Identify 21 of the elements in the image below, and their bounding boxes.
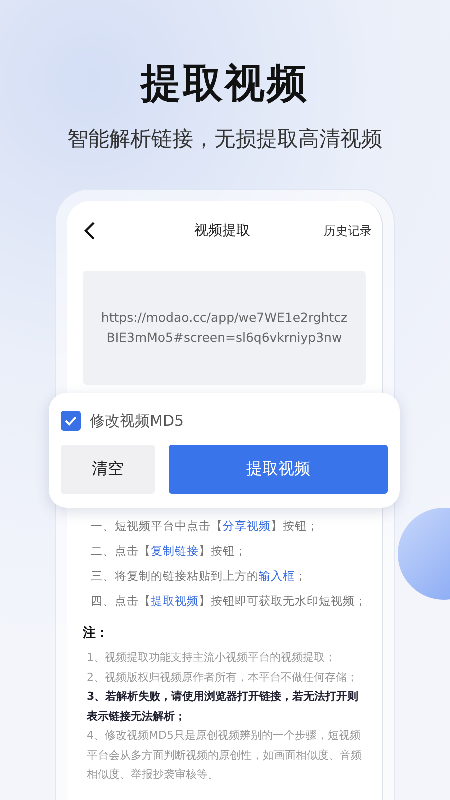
screen-title: 视频提取 bbox=[194, 222, 250, 240]
note-item: 4、修改视频MD5只是原创视频辨别的一个步骤，短视频平台会从多方面判断视频的原创性，如画面相似度、音频相似度、举报抄袭审核等。 bbox=[87, 728, 363, 783]
note-item: 1、视频提取功能支持主流小视频平台的视频提取； bbox=[87, 650, 337, 666]
notes-title: 注： bbox=[83, 624, 110, 642]
subheadline: 智能解析链接，无损提取高清视频 bbox=[68, 126, 382, 153]
check-icon bbox=[65, 416, 77, 426]
checkbox[interactable] bbox=[61, 411, 81, 431]
note-item: 2、视频版权归视频原作者所有，本平台不做任何存储； bbox=[87, 670, 359, 686]
history-link[interactable]: 历史记录 bbox=[324, 222, 372, 240]
instruction-step: 一、短视频平台中点击【分享视频】按钮； bbox=[91, 514, 366, 539]
instruction-step: 四、点击【提取视频】按钮即可获取无水印短视频； bbox=[91, 589, 366, 614]
headline: 提取视频 bbox=[141, 60, 309, 109]
extract-button[interactable]: 提取视频 bbox=[169, 445, 388, 494]
back-icon[interactable] bbox=[83, 221, 97, 241]
clear-button[interactable]: 清空 bbox=[61, 445, 155, 494]
checkbox-label: 修改视频MD5 bbox=[90, 412, 184, 430]
note-item: 3、若解析失败，请使用浏览器打开链接，若无法打开则表示链接无法解析； bbox=[87, 689, 360, 724]
instruction-step: 二、点击【复制链接】按钮； bbox=[91, 539, 366, 564]
url-text: https://modao.cc/app/we7WE1e2rghtczBIE3mMo5#screen=sl6q6vkrniyp3nw bbox=[100, 309, 349, 347]
url-input[interactable]: https://modao.cc/app/we7WE1e2rghtczBIE3mMo5#screen=sl6q6vkrniyp3nw bbox=[83, 271, 366, 385]
instruction-step: 三、将复制的链接粘贴到上方的输入框； bbox=[91, 564, 366, 589]
